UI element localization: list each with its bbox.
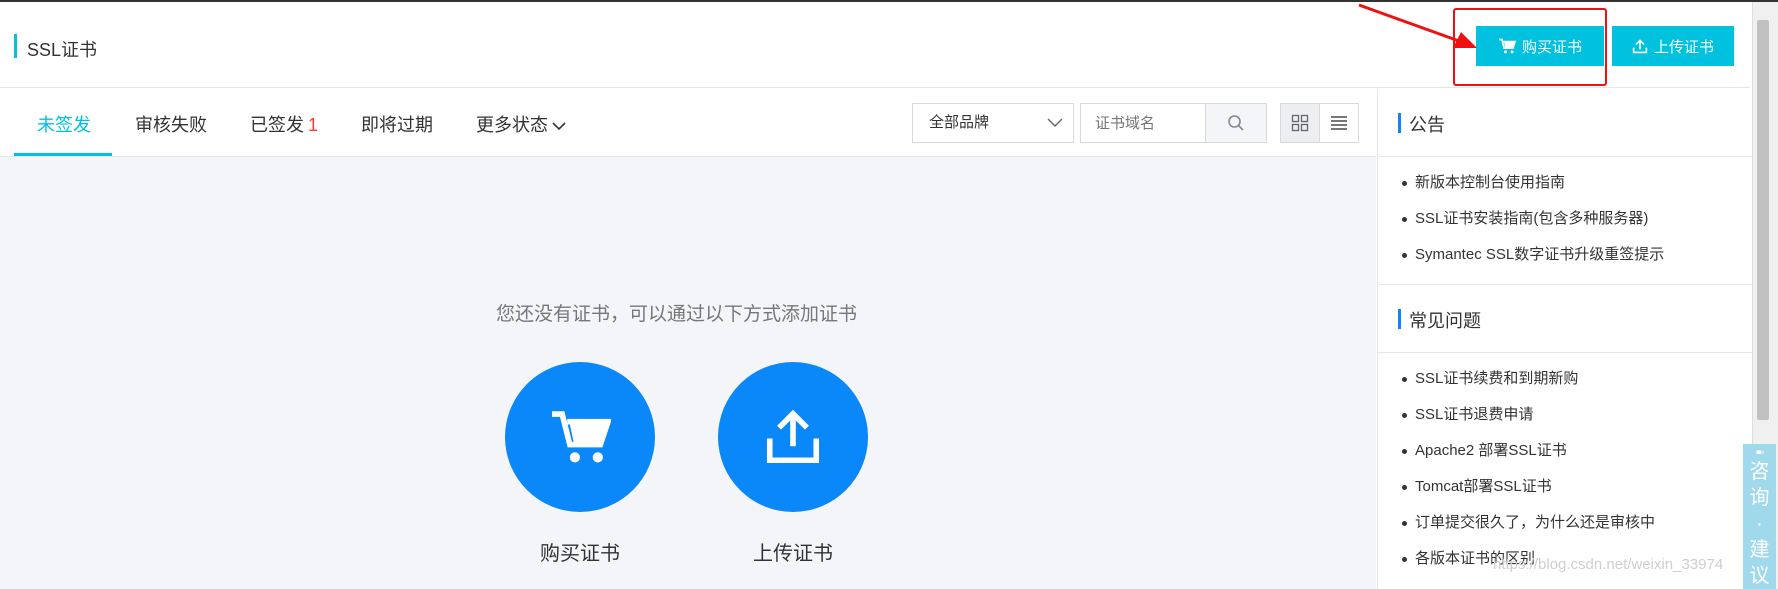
consult-char: 询: [1749, 487, 1770, 509]
tab-more-status[interactable]: 更多状态: [476, 111, 566, 137]
right-sidebar: 公告 新版本控制台使用指南 SSL证书安装指南(包含多种服务器) Symante…: [1377, 89, 1753, 589]
empty-state-text: 您还没有证书，可以通过以下方式添加证书: [496, 304, 858, 325]
notice-header: 公告: [1378, 89, 1753, 157]
faq-accent-bar: [1398, 309, 1401, 329]
upload-icon: [766, 409, 820, 464]
upload-icon: [1632, 39, 1648, 54]
faq-header: 常见问题: [1378, 285, 1753, 353]
grid-view-button[interactable]: [1280, 103, 1320, 143]
consult-feedback-tab[interactable]: 咨 询 · 建 议: [1743, 444, 1776, 589]
notice-accent-bar: [1398, 113, 1401, 133]
consult-char: 建: [1749, 539, 1770, 561]
list-view-button[interactable]: [1319, 103, 1359, 143]
tab-issued-label: 已签发: [250, 115, 304, 135]
tab-expiring-soon[interactable]: 即将过期: [361, 111, 433, 137]
status-tabs: 未签发 审核失败 已签发 1 即将过期 更多状态 全部品牌: [0, 89, 1376, 157]
consult-char: ·: [1756, 513, 1763, 535]
notice-title: 公告: [1409, 115, 1445, 135]
chevron-down-icon: [552, 122, 566, 131]
grid-view-icon: [1291, 114, 1309, 132]
tab-review-failed[interactable]: 审核失败: [135, 111, 207, 137]
faq-title: 常见问题: [1409, 311, 1481, 331]
page-title: SSL证书: [27, 40, 98, 60]
chat-icon: [1755, 450, 1764, 455]
search-button[interactable]: [1205, 103, 1267, 143]
brand-select-value: 全部品牌: [929, 114, 990, 131]
tab-issued[interactable]: 已签发 1: [250, 111, 318, 137]
faq-link[interactable]: SSL证书退费申请: [1378, 397, 1753, 433]
notice-link[interactable]: Symantec SSL数字证书升级重签提示: [1378, 237, 1753, 273]
active-tab-indicator: [14, 153, 112, 156]
faq-link[interactable]: SSL证书续费和到期新购: [1378, 361, 1753, 397]
consult-char: 咨: [1749, 461, 1770, 483]
upload-certificate-button[interactable]: 上传证书: [1612, 26, 1734, 66]
faq-list: SSL证书续费和到期新购 SSL证书退费申请 Apache2 部署SSL证书 T…: [1378, 361, 1753, 577]
notice-list: 新版本控制台使用指南 SSL证书安装指南(包含多种服务器) Symantec S…: [1378, 165, 1753, 273]
cart-icon: [552, 411, 611, 463]
tab-unissued[interactable]: 未签发: [37, 111, 91, 137]
issued-count-badge: 1: [308, 115, 319, 135]
notice-link[interactable]: SSL证书安装指南(包含多种服务器): [1378, 201, 1753, 237]
chevron-down-icon: [1047, 118, 1063, 127]
consult-char: 议: [1749, 565, 1770, 587]
search-icon: [1228, 115, 1244, 131]
watermark-text: https://blog.csdn.net/weixin_33974: [1493, 556, 1724, 573]
faq-link[interactable]: Tomcat部署SSL证书: [1378, 469, 1753, 505]
domain-search-input[interactable]: [1080, 103, 1205, 143]
upload-certificate-label: 上传证书: [1653, 38, 1714, 56]
upload-certificate-caption: 上传证书: [753, 543, 833, 565]
list-view-icon: [1331, 116, 1347, 130]
annotation-arrow: [1358, 3, 1477, 48]
faq-link[interactable]: Apache2 部署SSL证书: [1378, 433, 1753, 469]
faq-link[interactable]: 订单提交很久了，为什么还是审核中: [1378, 505, 1753, 541]
certificate-main-panel: 未签发 审核失败 已签发1 即将过期 更多状态 全部品牌 您还没有证书，可以通过…: [0, 89, 1376, 589]
upload-certificate-circle-button[interactable]: [718, 362, 868, 512]
notice-link[interactable]: 新版本控制台使用指南: [1378, 165, 1753, 201]
tab-more-label: 更多状态: [476, 115, 548, 135]
buy-certificate-circle-button[interactable]: [505, 362, 655, 512]
scrollbar-thumb[interactable]: [1757, 20, 1769, 420]
buy-certificate-caption: 购买证书: [540, 543, 620, 565]
title-accent-bar: [14, 34, 17, 58]
brand-select[interactable]: 全部品牌: [912, 103, 1074, 143]
